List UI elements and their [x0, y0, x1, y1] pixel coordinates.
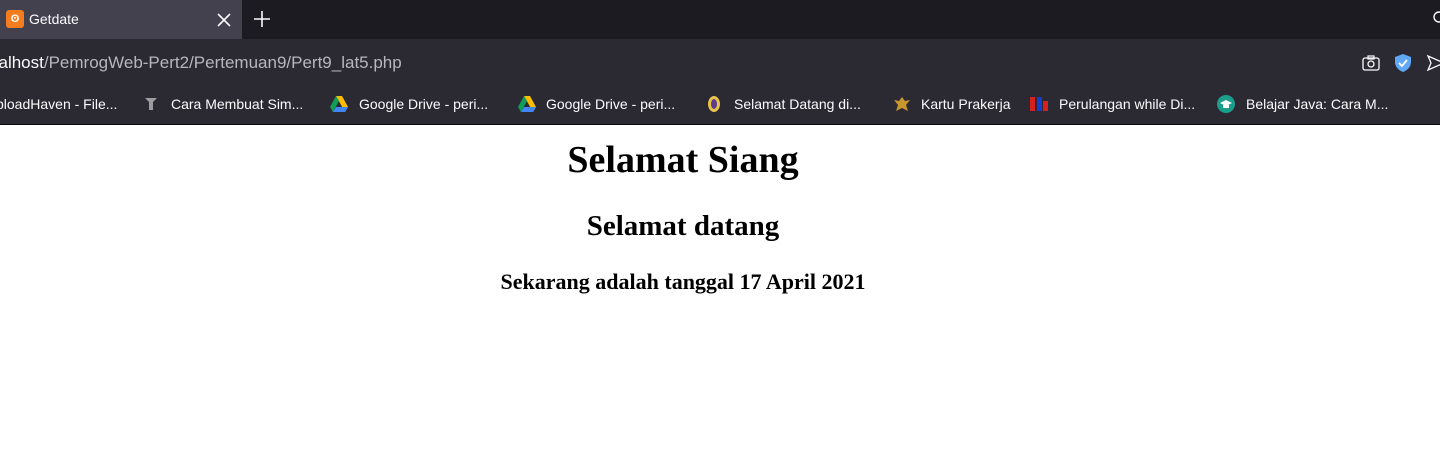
welcome-heading: Selamat datang [586, 210, 780, 242]
graduation-cap-icon [1217, 95, 1235, 113]
bookmark-kartu-prakerja[interactable]: Kartu Prakerja [893, 87, 1018, 125]
bookmark-google-drive-1[interactable]: Google Drive - peri... [329, 87, 504, 125]
url-path: /PemrogWeb-Pert2/Pertemuan9/Pert9_lat5.p… [43, 53, 402, 72]
list-tabs-icon[interactable] [1430, 8, 1440, 28]
screenshot-icon[interactable] [1361, 53, 1381, 73]
bookmark-cara-membuat[interactable]: Cara Membuat Sim... [142, 87, 317, 125]
bookmark-selamat-datang[interactable]: Selamat Datang di... [705, 87, 880, 125]
bookmark-label: Google Drive - peri... [546, 96, 676, 112]
url-bar[interactable]: calhost/PemrogWeb-Pert2/Pertemuan9/Pert9… [0, 39, 402, 87]
xampp-icon: ʘ [6, 10, 24, 28]
tab-getdate[interactable]: ʘ Getdate [0, 0, 242, 39]
university-icon [708, 96, 720, 112]
google-drive-icon [330, 96, 348, 112]
bookmark-label: Belajar Java: Cara M... [1246, 96, 1389, 112]
page-content: Selamat Siang Selamat datang Sekarang ad… [0, 126, 1440, 455]
bookmark-label: Google Drive - peri... [359, 96, 489, 112]
pin-icon [145, 98, 157, 110]
close-icon[interactable] [212, 8, 236, 32]
bookmark-label: Selamat Datang di... [734, 96, 861, 112]
send-icon[interactable] [1426, 53, 1440, 73]
date-heading: Sekarang adalah tanggal 17 April 2021 [500, 269, 866, 294]
bookmark-label: Cara Membuat Sim... [171, 96, 304, 112]
bookmark-uploadhaven[interactable]: ploadHaven - File... [0, 87, 126, 125]
tab-strip: ʘ Getdate [0, 0, 1440, 39]
shield-icon[interactable] [1393, 53, 1413, 73]
bookmark-google-drive-2[interactable]: Google Drive - peri... [517, 87, 692, 125]
bookmark-label: Kartu Prakerja [921, 96, 1011, 112]
google-drive-icon [518, 96, 536, 112]
bookmark-label: Perulangan while Di... [1059, 96, 1196, 112]
bookmark-belajar-java[interactable]: Belajar Java: Cara M... [1217, 87, 1397, 125]
bookmark-perulangan-while[interactable]: Perulangan while Di... [1029, 87, 1204, 125]
site-logo-icon [1030, 97, 1048, 111]
navigation-bar: calhost/PemrogWeb-Pert2/Pertemuan9/Pert9… [0, 39, 1440, 87]
plus-icon[interactable] [250, 7, 274, 31]
garuda-icon [894, 97, 910, 111]
tab-title: Getdate [29, 11, 79, 27]
url-host: calhost [0, 53, 44, 72]
bookmarks-bar: ploadHaven - File... Cara Membuat Sim...… [0, 87, 1440, 125]
bookmark-label: ploadHaven - File... [0, 96, 118, 112]
greeting-heading: Selamat Siang [567, 139, 799, 181]
